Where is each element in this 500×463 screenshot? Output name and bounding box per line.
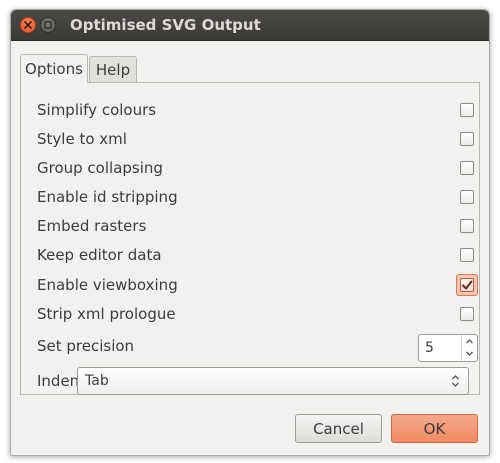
updown-chevron-icon bbox=[452, 375, 459, 387]
option-label: Enable viewboxing bbox=[37, 276, 178, 294]
precision-row: Set precision bbox=[37, 335, 477, 359]
options-panel: Simplify colours Style to xml Group coll… bbox=[20, 82, 480, 395]
option-simplify-colours: Simplify colours bbox=[37, 99, 477, 123]
dialog-window: Optimised SVG Output Options Help Simpli… bbox=[10, 9, 490, 456]
cancel-button[interactable]: Cancel bbox=[295, 414, 382, 443]
precision-spinbox[interactable]: 5 bbox=[418, 334, 478, 362]
keep-editor-data-checkbox[interactable] bbox=[460, 248, 474, 262]
chevron-down-icon[interactable] bbox=[462, 348, 477, 361]
option-style-to-xml: Style to xml bbox=[37, 128, 477, 152]
option-enable-viewboxing: Enable viewboxing bbox=[37, 274, 478, 298]
enable-id-stripping-checkbox[interactable] bbox=[460, 190, 474, 204]
minimize-icon bbox=[44, 21, 52, 29]
option-embed-rasters: Embed rasters bbox=[37, 215, 477, 239]
style-to-xml-checkbox[interactable] bbox=[460, 132, 474, 146]
precision-value[interactable]: 5 bbox=[425, 340, 434, 356]
chevron-up-icon[interactable] bbox=[462, 335, 477, 348]
indent-value: Tab bbox=[85, 373, 109, 389]
option-label: Enable id stripping bbox=[37, 188, 178, 206]
ok-button[interactable]: OK bbox=[391, 414, 478, 443]
window-title: Optimised SVG Output bbox=[70, 16, 261, 34]
titlebar: Optimised SVG Output bbox=[11, 10, 489, 41]
minimize-button[interactable] bbox=[40, 17, 56, 33]
spin-arrows bbox=[461, 335, 477, 361]
option-label: Embed rasters bbox=[37, 217, 147, 235]
precision-label: Set precision bbox=[37, 337, 135, 355]
option-enable-id-stripping: Enable id stripping bbox=[37, 186, 477, 210]
option-group-collapsing: Group collapsing bbox=[37, 157, 477, 181]
option-label: Simplify colours bbox=[37, 101, 157, 119]
simplify-colours-checkbox[interactable] bbox=[460, 103, 474, 117]
enable-viewboxing-checkbox-focus[interactable] bbox=[456, 274, 478, 296]
option-label: Keep editor data bbox=[37, 246, 162, 264]
option-strip-xml-prologue: Strip xml prologue bbox=[37, 303, 477, 327]
option-label: Style to xml bbox=[37, 130, 127, 148]
option-label: Strip xml prologue bbox=[37, 305, 176, 323]
group-collapsing-checkbox[interactable] bbox=[460, 161, 474, 175]
option-keep-editor-data: Keep editor data bbox=[37, 244, 477, 268]
close-icon bbox=[24, 21, 32, 29]
enable-viewboxing-checkbox[interactable] bbox=[460, 278, 474, 292]
check-icon bbox=[462, 280, 473, 290]
close-button[interactable] bbox=[20, 17, 36, 33]
indent-combobox[interactable]: Tab bbox=[77, 367, 469, 395]
strip-xml-prologue-checkbox[interactable] bbox=[460, 307, 474, 321]
tab-help[interactable]: Help bbox=[89, 56, 137, 82]
option-label: Group collapsing bbox=[37, 159, 163, 177]
embed-rasters-checkbox[interactable] bbox=[460, 219, 474, 233]
tab-options[interactable]: Options bbox=[20, 54, 88, 83]
